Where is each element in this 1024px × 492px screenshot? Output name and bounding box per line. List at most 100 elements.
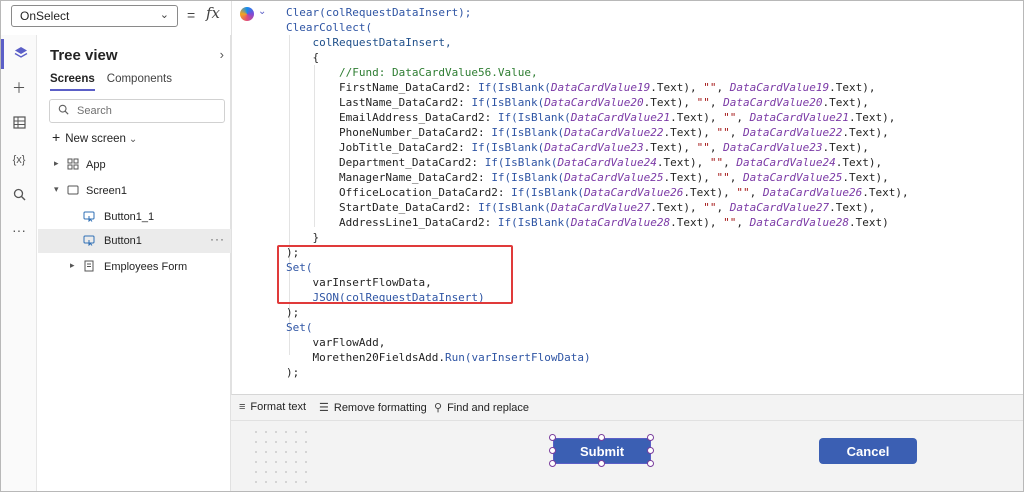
app-window: OnSelect ⌄ = fx ＋ {x} ··· Tree view › Sc…: [0, 0, 1024, 492]
code-line[interactable]: LastName_DataCard2: If(IsBlank(DataCardV…: [286, 95, 909, 110]
table-icon: [12, 116, 26, 132]
tab-components[interactable]: Components: [107, 73, 172, 91]
tree-item-app[interactable]: ▸ App: [38, 153, 231, 177]
resize-handle[interactable]: [549, 460, 556, 467]
left-rail: ＋ {x} ···: [1, 35, 37, 491]
fx-icon[interactable]: fx: [206, 4, 220, 22]
code-token: .Text),: [670, 111, 724, 124]
code-line[interactable]: [286, 380, 909, 394]
resize-handle[interactable]: [647, 434, 654, 441]
code-line[interactable]: StartDate_DataCard2: If(IsBlank(DataCard…: [286, 200, 909, 215]
tree-item-button1[interactable]: Button1 ···: [38, 229, 231, 253]
code-line[interactable]: colRequestDataInsert,: [286, 35, 909, 50]
code-token: DataCardValue21: [570, 111, 671, 124]
code-line[interactable]: Set(: [286, 320, 909, 335]
tree-item-button1-1[interactable]: Button1_1: [38, 205, 231, 229]
code-token: LastName_DataCard2:: [286, 96, 472, 109]
search-rail-button[interactable]: [1, 181, 37, 211]
cancel-button[interactable]: Cancel: [819, 438, 917, 464]
code-token: .Text),: [670, 216, 724, 229]
remove-formatting-label: Remove formatting: [333, 402, 427, 414]
tree-item-employees-form[interactable]: ▸ Employees Form: [38, 255, 231, 279]
property-dropdown-value: OnSelect: [20, 9, 70, 23]
code-line[interactable]: ManagerName_DataCard2: If(IsBlank( DataCa…: [286, 170, 909, 185]
code-line[interactable]: Clear(colRequestDataInsert);: [286, 5, 909, 20]
variables-icon: {x}: [12, 154, 26, 166]
code-token: DataCardValue20: [723, 96, 823, 109]
resize-handle[interactable]: [647, 447, 654, 454]
chevron-down-icon[interactable]: ⌄: [258, 6, 266, 17]
code-line[interactable]: //Fund: DataCardValue56.Value,: [286, 65, 909, 80]
code-token: );: [286, 306, 300, 319]
resize-handle[interactable]: [549, 434, 556, 441]
code-token: Set(: [286, 321, 313, 334]
tree-search-input[interactable]: Search: [49, 99, 225, 123]
search-placeholder: Search: [77, 105, 112, 117]
code-line[interactable]: );: [286, 305, 909, 320]
code-line[interactable]: }: [286, 230, 909, 245]
more-icon: ···: [12, 222, 26, 238]
code-token: ManagerName_DataCard2:: [286, 171, 492, 184]
tree-item-label: Button1_1: [104, 211, 155, 223]
code-token: DataCardValue28: [570, 216, 671, 229]
code-token: .Text),: [650, 81, 704, 94]
code-token: );: [286, 366, 300, 379]
code-line[interactable]: varFlowAdd,: [286, 335, 909, 350]
code-token: FirstName_DataCard2:: [286, 81, 479, 94]
code-line[interactable]: FirstName_DataCard2: If(IsBlank( DataCard…: [286, 80, 909, 95]
cancel-button-label: Cancel: [846, 443, 890, 459]
button-control-icon: [83, 210, 95, 223]
highlight-annotation-box: [277, 245, 513, 304]
property-dropdown[interactable]: OnSelect ⌄: [11, 5, 178, 27]
new-screen-label: New screen: [65, 133, 126, 145]
code-line[interactable]: Morethen20FieldsAdd.Run(varInsertFlowDat…: [286, 350, 909, 365]
code-line[interactable]: JobTitle_DataCard2: If(IsBlank(DataCardV…: [286, 140, 909, 155]
code-token: ,: [749, 186, 763, 199]
find-replace-button[interactable]: ⚲ Find and replace: [434, 401, 529, 414]
code-line[interactable]: AddressLine1_DataCard2: If(IsBlank(DataC…: [286, 215, 909, 230]
resize-handle[interactable]: [647, 460, 654, 467]
code-token: "": [723, 216, 737, 229]
code-line[interactable]: {: [286, 50, 909, 65]
resize-handle[interactable]: [598, 460, 605, 467]
code-token: If(IsBlank(: [471, 141, 545, 154]
remove-formatting-button[interactable]: ☰ Remove formatting: [319, 401, 427, 414]
tree-view-rail-button[interactable]: [1, 39, 37, 69]
code-line[interactable]: ClearCollect(: [286, 20, 909, 35]
code-token: .Text): [848, 216, 889, 229]
search-icon: [13, 188, 26, 204]
tab-screens[interactable]: Screens: [50, 73, 95, 91]
code-line[interactable]: );: [286, 365, 909, 380]
resize-handle[interactable]: [598, 434, 605, 441]
more-rail-button[interactable]: ···: [1, 215, 37, 245]
copilot-icon[interactable]: [240, 7, 254, 21]
code-token: //Fund: DataCardValue56.Value,: [286, 66, 538, 79]
formula-editor[interactable]: ⌄ Clear(colRequestDataInsert); ClearColle…: [231, 1, 1023, 395]
code-token: If(IsBlank(: [491, 171, 565, 184]
code-token: If(IsBlank(: [497, 216, 571, 229]
app-canvas: Submit Cancel: [231, 421, 1023, 491]
more-options-icon[interactable]: ···: [210, 232, 225, 246]
code-token: .Text),: [842, 171, 889, 184]
code-line[interactable]: PhoneNumber_DataCard2: If(IsBlank(DataCa…: [286, 125, 909, 140]
chevron-right-icon[interactable]: ›: [220, 47, 224, 62]
code-token: If(IsBlank(: [484, 156, 558, 169]
code-token: DataCardValue23: [544, 141, 644, 154]
code-token: If(IsBlank(: [478, 81, 551, 94]
format-text-button[interactable]: ≡ Format text: [239, 401, 306, 413]
insert-rail-button[interactable]: ＋: [1, 73, 37, 103]
code-token: "": [716, 171, 730, 184]
new-screen-button[interactable]: + New screen ⌄: [52, 129, 137, 145]
resize-handle[interactable]: [549, 447, 556, 454]
code-line[interactable]: OfficeLocation_DataCard2: If(IsBlank(Dat…: [286, 185, 909, 200]
variables-rail-button[interactable]: {x}: [1, 145, 37, 175]
code-token: DataCardValue19: [729, 81, 830, 94]
code-token: DataCardValue25: [743, 171, 843, 184]
formula-code[interactable]: Clear(colRequestDataInsert); ClearCollect…: [286, 5, 909, 394]
code-line[interactable]: Department_DataCard2: If(IsBlank(DataCar…: [286, 155, 909, 170]
data-rail-button[interactable]: [1, 109, 37, 139]
code-token: JobTitle_DataCard2:: [286, 141, 472, 154]
code-line[interactable]: EmailAddress_DataCard2: If(IsBlank(DataC…: [286, 110, 909, 125]
code-token: ,: [709, 141, 724, 154]
tree-item-screen1[interactable]: ▾ Screen1: [38, 179, 231, 203]
